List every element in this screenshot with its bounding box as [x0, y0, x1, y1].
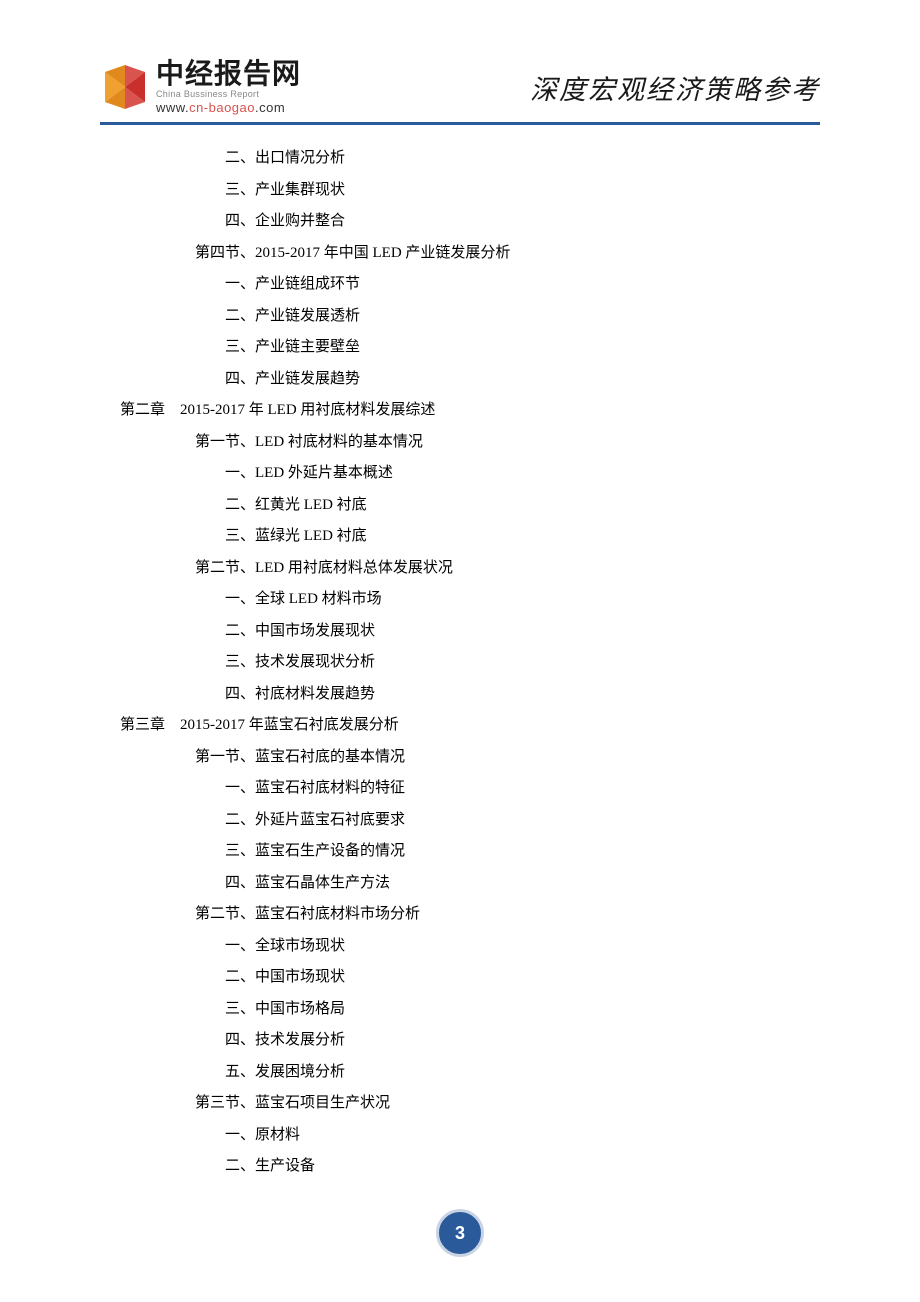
toc-entry: 三、中国市场格局 — [120, 994, 820, 1026]
toc-entry: 第一节、LED 衬底材料的基本情况 — [120, 427, 820, 459]
toc-entry: 二、中国市场发展现状 — [120, 616, 820, 648]
toc-entry: 一、全球市场现状 — [120, 931, 820, 963]
toc-entry: 四、蓝宝石晶体生产方法 — [120, 868, 820, 900]
toc-entry: 第一节、蓝宝石衬底的基本情况 — [120, 742, 820, 774]
toc-entry: 第三节、蓝宝石项目生产状况 — [120, 1088, 820, 1120]
toc-entry: 第二章 2015-2017 年 LED 用衬底材料发展综述 — [120, 395, 820, 427]
logo-text: 中经报告网 China Bussiness Report www.cn-baog… — [156, 60, 301, 114]
toc-entry: 三、蓝宝石生产设备的情况 — [120, 836, 820, 868]
toc-entry: 一、LED 外延片基本概述 — [120, 458, 820, 490]
logo-icon — [100, 62, 150, 112]
logo-block: 中经报告网 China Bussiness Report www.cn-baog… — [100, 60, 301, 114]
logo-title-cn: 中经报告网 — [156, 60, 301, 88]
toc-entry: 第二节、蓝宝石衬底材料市场分析 — [120, 899, 820, 931]
page-header: 中经报告网 China Bussiness Report www.cn-baog… — [100, 60, 820, 125]
toc-entry: 第四节、2015-2017 年中国 LED 产业链发展分析 — [120, 238, 820, 270]
toc-entry: 二、外延片蓝宝石衬底要求 — [120, 805, 820, 837]
page-footer: 3 — [0, 1209, 920, 1257]
toc-entry: 四、衬底材料发展趋势 — [120, 679, 820, 711]
toc-entry: 一、原材料 — [120, 1120, 820, 1152]
page-number-badge: 3 — [436, 1209, 484, 1257]
toc-entry: 四、产业链发展趋势 — [120, 364, 820, 396]
toc-entry: 二、中国市场现状 — [120, 962, 820, 994]
toc-entry: 第三章 2015-2017 年蓝宝石衬底发展分析 — [120, 710, 820, 742]
toc-entry: 二、生产设备 — [120, 1151, 820, 1183]
logo-title-en: China Bussiness Report — [156, 90, 301, 99]
toc-entry: 五、发展困境分析 — [120, 1057, 820, 1089]
toc-entry: 四、企业购并整合 — [120, 206, 820, 238]
toc-entry: 二、出口情况分析 — [120, 143, 820, 175]
toc-entry: 三、产业集群现状 — [120, 175, 820, 207]
toc-entry: 二、红黄光 LED 衬底 — [120, 490, 820, 522]
toc-entry: 三、蓝绿光 LED 衬底 — [120, 521, 820, 553]
toc-entry: 一、全球 LED 材料市场 — [120, 584, 820, 616]
toc-entry: 第二节、LED 用衬底材料总体发展状况 — [120, 553, 820, 585]
toc-entry: 一、产业链组成环节 — [120, 269, 820, 301]
toc-entry: 三、产业链主要壁垒 — [120, 332, 820, 364]
table-of-contents: 二、出口情况分析三、产业集群现状四、企业购并整合第四节、2015-2017 年中… — [100, 143, 820, 1183]
toc-entry: 一、蓝宝石衬底材料的特征 — [120, 773, 820, 805]
toc-entry: 二、产业链发展透析 — [120, 301, 820, 333]
toc-entry: 四、技术发展分析 — [120, 1025, 820, 1057]
toc-entry: 三、技术发展现状分析 — [120, 647, 820, 679]
logo-url: www.cn-baogao.com — [156, 101, 301, 114]
header-tagline: 深度宏观经济策略参考 — [530, 68, 820, 107]
